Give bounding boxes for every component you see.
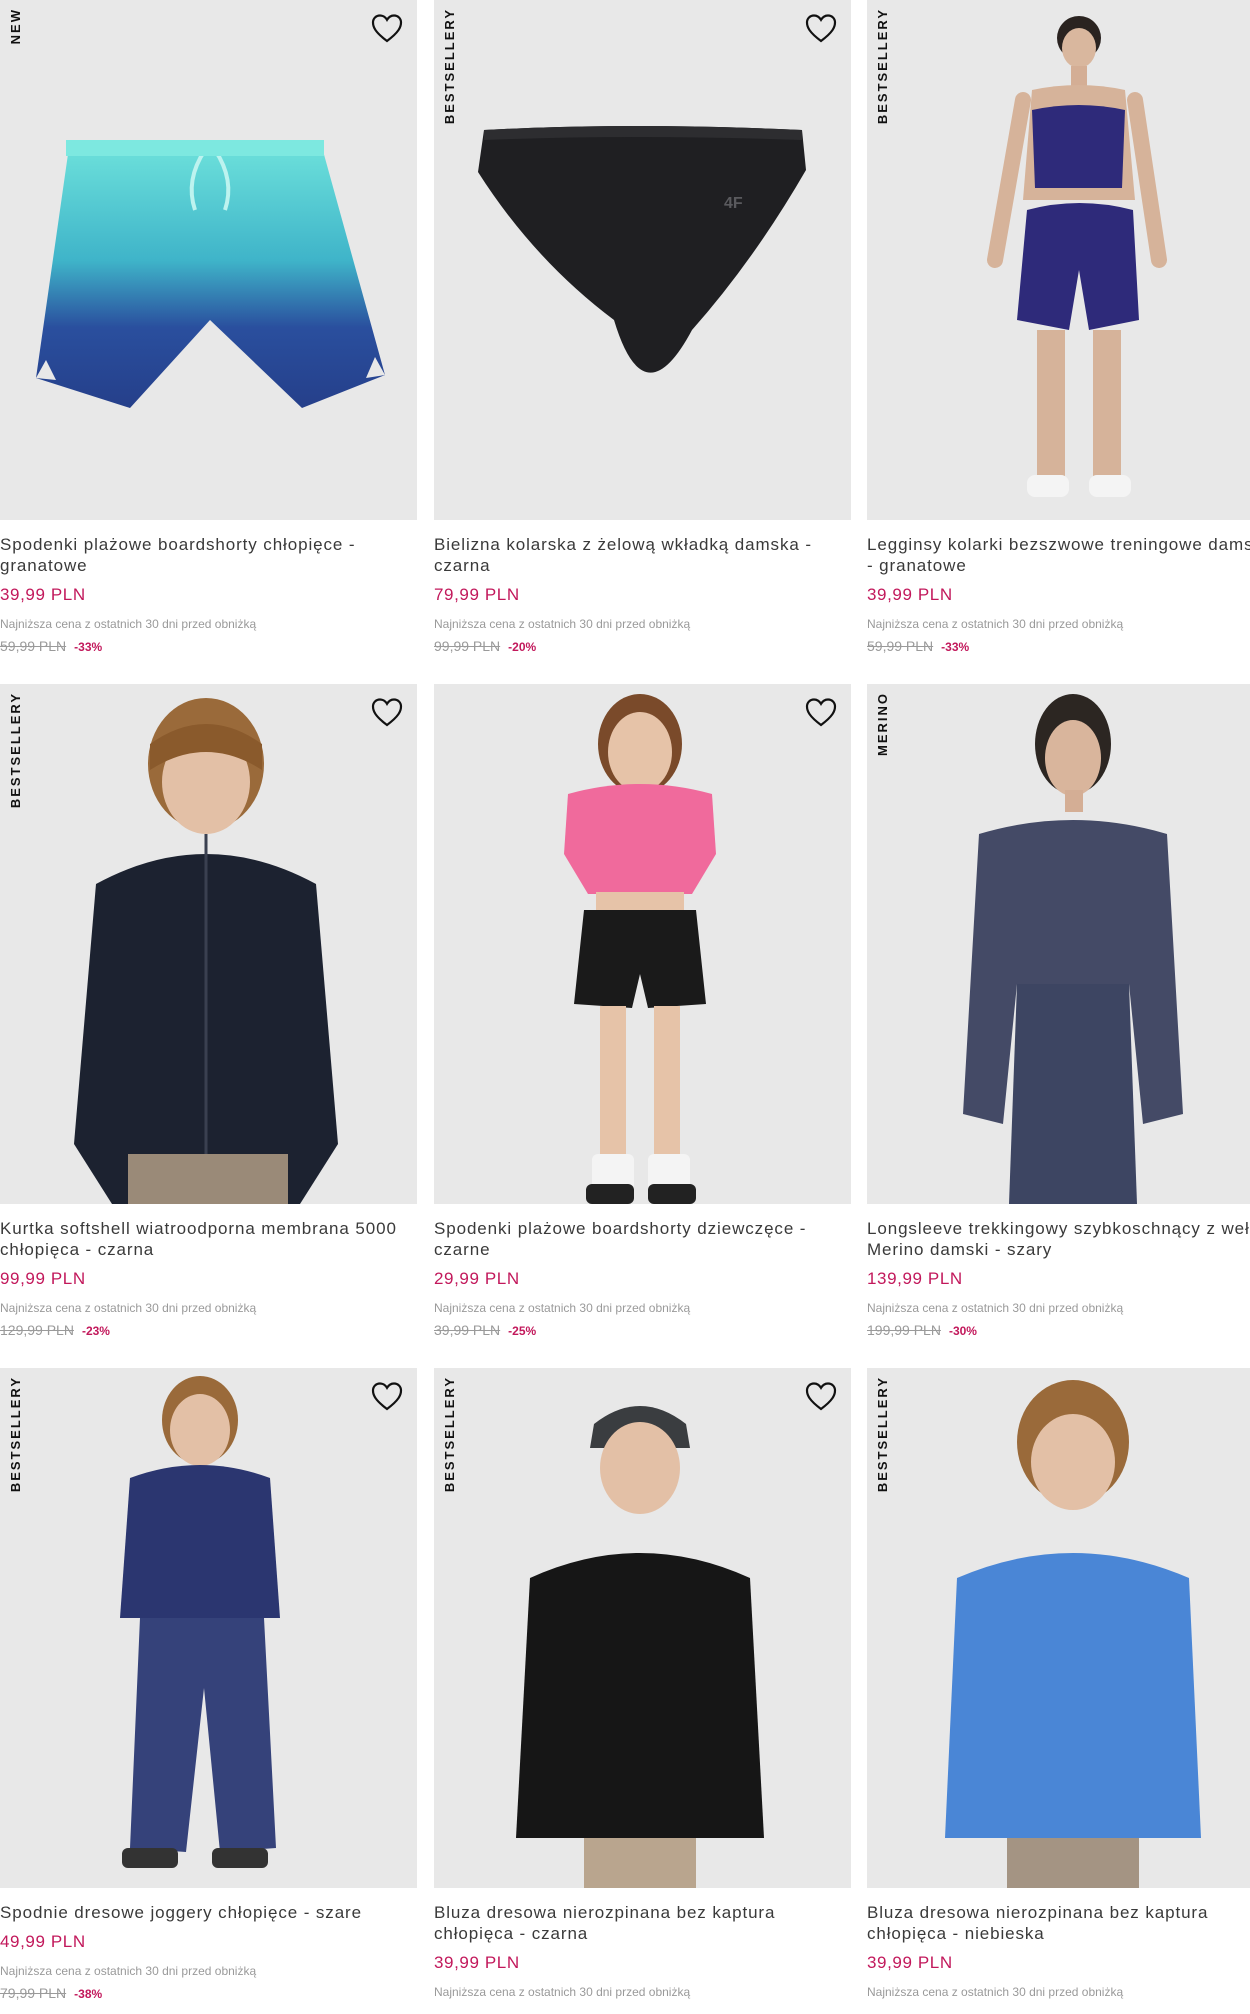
- old-price-row: 79,99 PLN -38%: [0, 1985, 417, 2002]
- product-card[interactable]: Spodenki plażowe boardshorty dziewczęce …: [434, 684, 851, 1354]
- discount-badge: -30%: [948, 1324, 977, 1338]
- product-card[interactable]: BESTSELLERY Legginsy kolarki bezszwowe t…: [867, 0, 1250, 670]
- product-photo: [0, 0, 417, 520]
- lowest-price-label: Najniższa cena z ostatnich 30 dni przed …: [867, 617, 1124, 631]
- old-price-row: 129,99 PLN -23%: [0, 1322, 417, 1339]
- product-price: 99,99 PLN: [0, 1269, 86, 1288]
- product-photo: 4F: [434, 0, 851, 520]
- product-card[interactable]: NEW Spodenki plażowe boardshorty chłopię…: [0, 0, 417, 670]
- old-price: 129,99 PLN: [0, 1322, 74, 1338]
- product-title[interactable]: Bluza dresowa nierozpinana bez kaptura c…: [867, 1902, 1250, 1944]
- product-card[interactable]: BESTSELLERY Bluza dresowa nierozpinana b…: [867, 1368, 1250, 2014]
- product-photo: [867, 1368, 1250, 1888]
- product-image[interactable]: MERINO: [867, 684, 1250, 1204]
- old-price-row: 99,99 PLN -20%: [434, 638, 851, 655]
- product-image[interactable]: BESTSELLERY: [434, 1368, 851, 1888]
- product-price: 49,99 PLN: [0, 1932, 86, 1951]
- product-image[interactable]: BESTSELLERY: [0, 1368, 417, 1888]
- discount-badge: -23%: [81, 1324, 110, 1338]
- product-photo: [0, 1368, 417, 1888]
- product-title[interactable]: Bielizna kolarska z żelową wkładką damsk…: [434, 534, 851, 576]
- product-title[interactable]: Spodenki plażowe boardshorty dziewczęce …: [434, 1218, 851, 1260]
- product-image[interactable]: BESTSELLERY: [0, 684, 417, 1204]
- discount-badge: -25%: [508, 1324, 537, 1338]
- lowest-price-label: Najniższa cena z ostatnich 30 dni przed …: [867, 1301, 1124, 1315]
- discount-badge: -33%: [74, 640, 103, 654]
- old-price: 59,99 PLN: [867, 638, 934, 654]
- product-title[interactable]: Legginsy kolarki bezszwowe treningowe da…: [867, 534, 1250, 576]
- product-price: 39,99 PLN: [434, 1953, 520, 1972]
- product-price: 139,99 PLN: [867, 1269, 963, 1288]
- product-photo: [0, 684, 417, 1204]
- product-price: 39,99 PLN: [0, 585, 86, 604]
- product-title[interactable]: Longsleeve trekkingowy szybkoschnący z w…: [867, 1218, 1250, 1260]
- product-image[interactable]: [434, 684, 851, 1204]
- product-card[interactable]: 4F BESTSELLERY Bielizna kolarska z żelow…: [434, 0, 851, 670]
- product-card[interactable]: MERINO Longsleeve trekkingowy szybkoschn…: [867, 684, 1250, 1354]
- product-title[interactable]: Bluza dresowa nierozpinana bez kaptura c…: [434, 1902, 851, 1944]
- discount-badge: -33%: [941, 640, 970, 654]
- product-title[interactable]: Spodnie dresowe joggery chłopięce - szar…: [0, 1902, 417, 1923]
- product-image[interactable]: BESTSELLERY: [867, 0, 1250, 520]
- old-price: 59,99 PLN: [0, 638, 67, 654]
- heart-icon[interactable]: [369, 10, 405, 46]
- old-price: 79,99 PLN: [0, 1985, 67, 2001]
- heart-icon[interactable]: [803, 694, 839, 730]
- old-price-row: 199,99 PLN -30%: [867, 1322, 1250, 1339]
- lowest-price-label: Najniższa cena z ostatnich 30 dni przed …: [434, 617, 691, 631]
- product-card[interactable]: BESTSELLERY Spodnie dresowe joggery chło…: [0, 1368, 417, 2014]
- lowest-price-label: Najniższa cena z ostatnich 30 dni przed …: [0, 1301, 257, 1315]
- product-price: 79,99 PLN: [434, 585, 520, 604]
- product-image[interactable]: 4F BESTSELLERY: [434, 0, 851, 520]
- product-image[interactable]: BESTSELLERY: [867, 1368, 1250, 1888]
- product-photo: [434, 684, 851, 1204]
- product-card[interactable]: BESTSELLERY Kurtka softshell wiatroodpor…: [0, 684, 417, 1354]
- heart-icon[interactable]: [803, 10, 839, 46]
- product-photo: [434, 1368, 851, 1888]
- lowest-price-label: Najniższa cena z ostatnich 30 dni przed …: [0, 617, 257, 631]
- lowest-price-label: Najniższa cena z ostatnich 30 dni przed …: [434, 1301, 691, 1315]
- heart-icon[interactable]: [369, 1378, 405, 1414]
- product-photo: [867, 0, 1250, 520]
- product-title[interactable]: Spodenki plażowe boardshorty chłopięce -…: [0, 534, 417, 576]
- discount-badge: -20%: [508, 640, 537, 654]
- old-price-row: 59,99 PLN -33%: [0, 638, 417, 655]
- lowest-price-label: Najniższa cena z ostatnich 30 dni przed …: [434, 1985, 691, 1999]
- discount-badge: -38%: [74, 1987, 103, 2001]
- product-photo: [867, 684, 1250, 1204]
- old-price-row: 39,99 PLN -25%: [434, 1322, 851, 1339]
- old-price: 199,99 PLN: [867, 1322, 941, 1338]
- product-price: 39,99 PLN: [867, 585, 953, 604]
- product-price: 29,99 PLN: [434, 1269, 520, 1288]
- svg-text:4F: 4F: [724, 195, 743, 212]
- old-price: 39,99 PLN: [434, 1322, 501, 1338]
- product-grid: NEW Spodenki plażowe boardshorty chłopię…: [0, 0, 1250, 2014]
- lowest-price-label: Najniższa cena z ostatnich 30 dni przed …: [867, 1985, 1124, 1999]
- product-title[interactable]: Kurtka softshell wiatroodporna membrana …: [0, 1218, 417, 1260]
- heart-icon[interactable]: [803, 1378, 839, 1414]
- old-price: 99,99 PLN: [434, 638, 501, 654]
- heart-icon[interactable]: [369, 694, 405, 730]
- old-price-row: 59,99 PLN -33%: [867, 638, 1250, 655]
- product-image[interactable]: NEW: [0, 0, 417, 520]
- product-card[interactable]: BESTSELLERY Bluza dresowa nierozpinana b…: [434, 1368, 851, 2014]
- product-price: 39,99 PLN: [867, 1953, 953, 1972]
- lowest-price-label: Najniższa cena z ostatnich 30 dni przed …: [0, 1964, 257, 1978]
